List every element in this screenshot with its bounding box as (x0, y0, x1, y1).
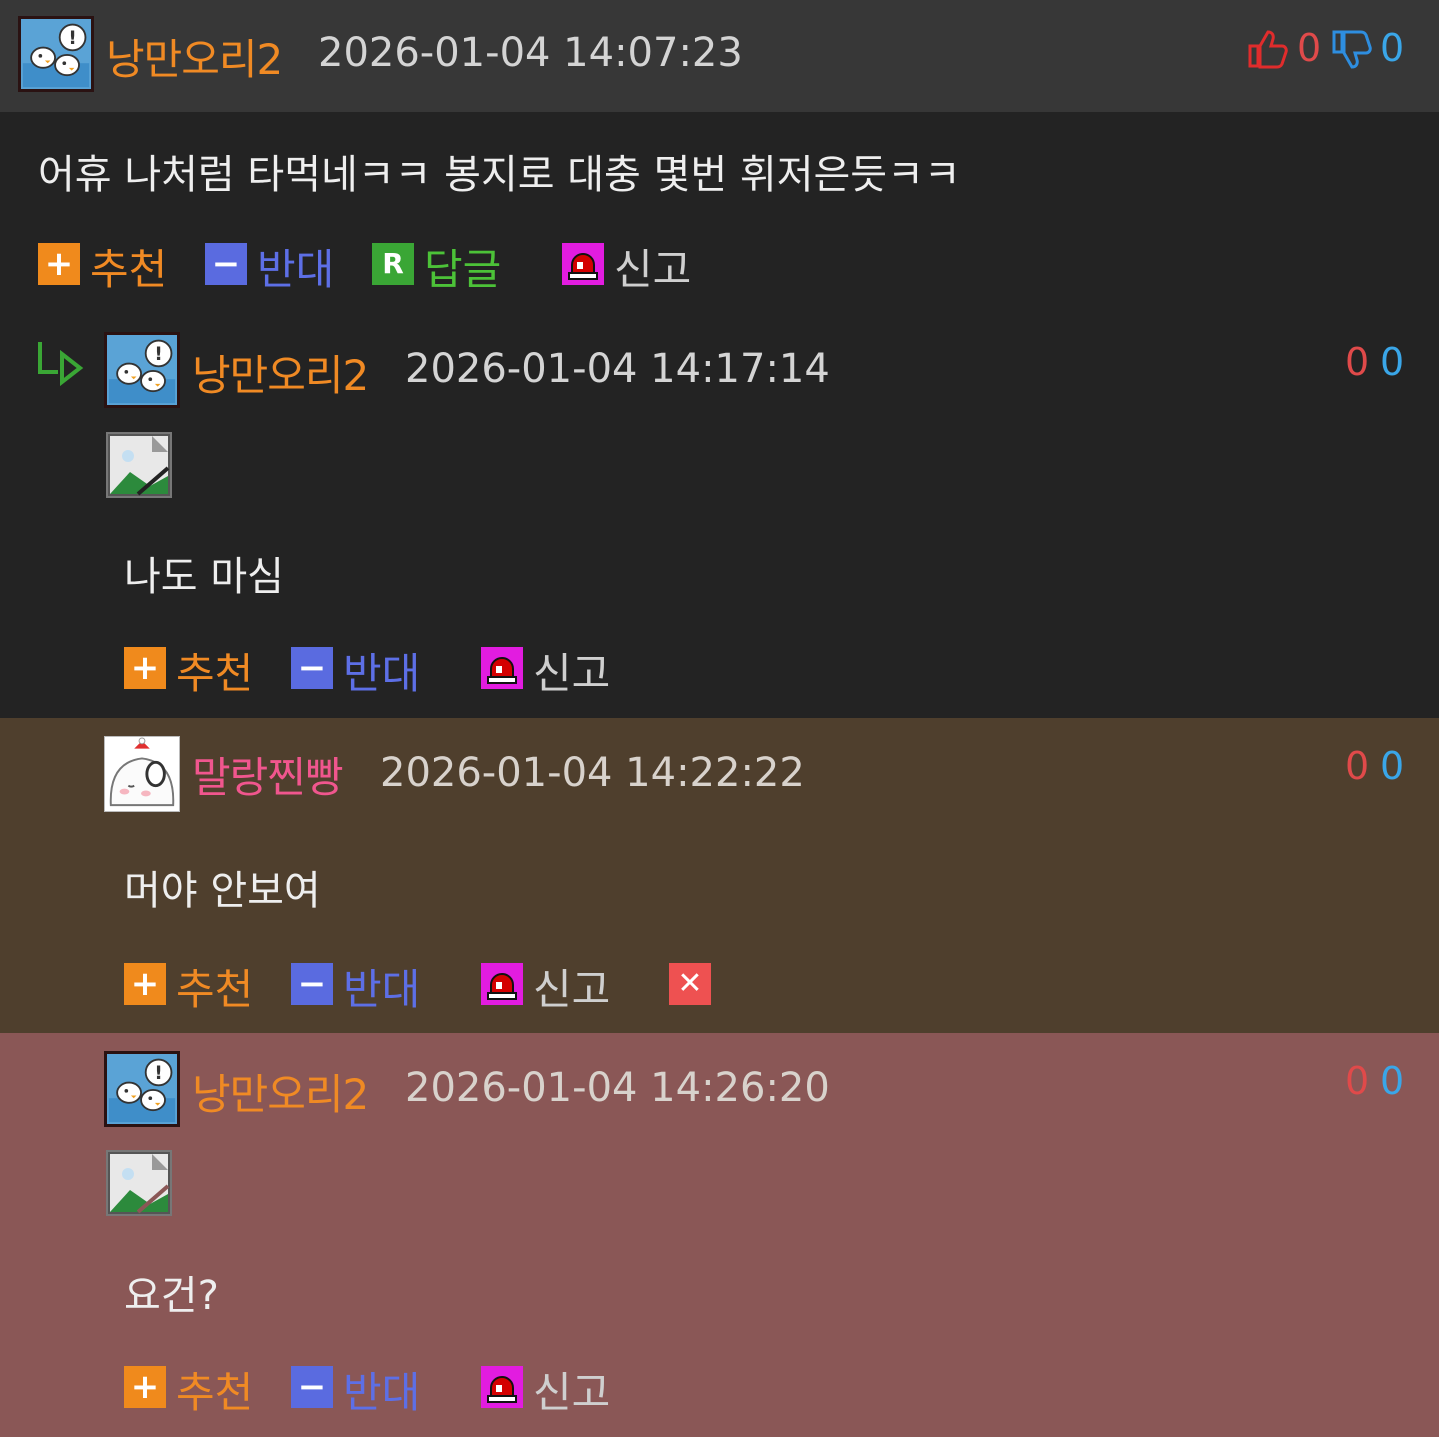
comment-header: ! 낭만오리2 2026-01-04 14:07:23 0 0 (0, 0, 1439, 112)
broken-image-icon[interactable] (106, 432, 172, 498)
reply-arrow-icon (38, 342, 84, 386)
comment-date: 2026-01-04 14:26:20 (405, 1065, 830, 1111)
avatar[interactable]: ! (18, 16, 94, 92)
plus-icon[interactable]: + (38, 243, 80, 285)
reply-button[interactable]: 답글 (424, 236, 501, 297)
plus-icon[interactable]: + (124, 963, 166, 1005)
oppose-button[interactable]: 반대 (343, 1359, 420, 1420)
reply-icon[interactable]: R (372, 243, 414, 285)
up-count: 0 (1345, 1059, 1370, 1103)
comment-text: 요건? (124, 1273, 219, 1319)
minus-icon[interactable]: − (205, 243, 247, 285)
author-nick[interactable]: 낭만오리2 (106, 26, 283, 87)
thumbs-down-icon[interactable] (1330, 28, 1372, 70)
oppose-button[interactable]: 반대 (257, 236, 334, 297)
thumbs-up-icon[interactable] (1246, 28, 1288, 70)
author-nick[interactable]: 말랑찐빵 (192, 744, 344, 805)
author-nick[interactable]: 낭만오리2 (192, 342, 369, 403)
duck-avatar-icon: ! (21, 19, 91, 89)
svg-text:!: ! (154, 1063, 162, 1084)
minus-icon[interactable]: − (291, 1366, 333, 1408)
delete-icon[interactable]: ✕ (669, 963, 711, 1005)
report-button[interactable]: 신고 (533, 1359, 610, 1420)
down-count: 0 (1380, 1059, 1405, 1103)
comment-text: 나도 마심 (124, 554, 284, 600)
siren-icon[interactable] (481, 647, 523, 689)
comment-text: 머야 안보여 (124, 868, 321, 914)
comment-date: 2026-01-04 14:22:22 (380, 750, 805, 796)
oppose-button[interactable]: 반대 (343, 640, 420, 701)
report-button[interactable]: 신고 (533, 956, 610, 1017)
author-nick[interactable]: 낭만오리2 (192, 1061, 369, 1122)
siren-icon[interactable] (481, 963, 523, 1005)
avatar[interactable]: ! (104, 1051, 180, 1127)
siren-icon[interactable] (562, 243, 604, 285)
broken-image-icon[interactable] (106, 1150, 172, 1216)
duck-avatar-icon: ! (107, 1054, 177, 1124)
up-count: 0 (1345, 744, 1370, 788)
report-button[interactable]: 신고 (533, 640, 610, 701)
siren-icon[interactable] (481, 1366, 523, 1408)
up-count: 0 (1297, 26, 1322, 70)
recommend-button[interactable]: 추천 (176, 956, 253, 1017)
down-count: 0 (1380, 744, 1405, 788)
recommend-button[interactable]: 추천 (176, 1359, 253, 1420)
comment-date: 2026-01-04 14:17:14 (405, 346, 830, 392)
comment-body-area: 어휴 나처럼 타먹네ㅋㅋ 봉지로 대충 몇번 휘저은듯ㅋㅋ + 추천 − 반대 … (0, 112, 1439, 718)
duck-avatar-icon: ! (107, 335, 177, 405)
up-count: 0 (1345, 340, 1370, 384)
down-count: 0 (1380, 340, 1405, 384)
avatar[interactable] (104, 736, 180, 812)
svg-text:!: ! (154, 344, 162, 365)
mochi-avatar-icon (105, 737, 179, 811)
plus-icon[interactable]: + (124, 1366, 166, 1408)
comment-date: 2026-01-04 14:07:23 (318, 30, 743, 76)
comment-text: 어휴 나처럼 타먹네ㅋㅋ 봉지로 대충 몇번 휘저은듯ㅋㅋ (38, 152, 961, 198)
down-count: 0 (1380, 26, 1405, 70)
oppose-button[interactable]: 반대 (343, 956, 420, 1017)
recommend-button[interactable]: 추천 (176, 640, 253, 701)
reply-comment: ! 낭만오리2 2026-01-04 14:26:20 0 0 요건? + 추천… (0, 1033, 1439, 1437)
plus-icon[interactable]: + (124, 647, 166, 689)
minus-icon[interactable]: − (291, 963, 333, 1005)
avatar[interactable]: ! (104, 332, 180, 408)
minus-icon[interactable]: − (291, 647, 333, 689)
report-button[interactable]: 신고 (614, 236, 691, 297)
recommend-button[interactable]: 추천 (90, 236, 167, 297)
svg-text:!: ! (68, 28, 76, 49)
reply-comment: 말랑찐빵 2026-01-04 14:22:22 0 0 머야 안보여 + 추천… (0, 718, 1439, 1033)
